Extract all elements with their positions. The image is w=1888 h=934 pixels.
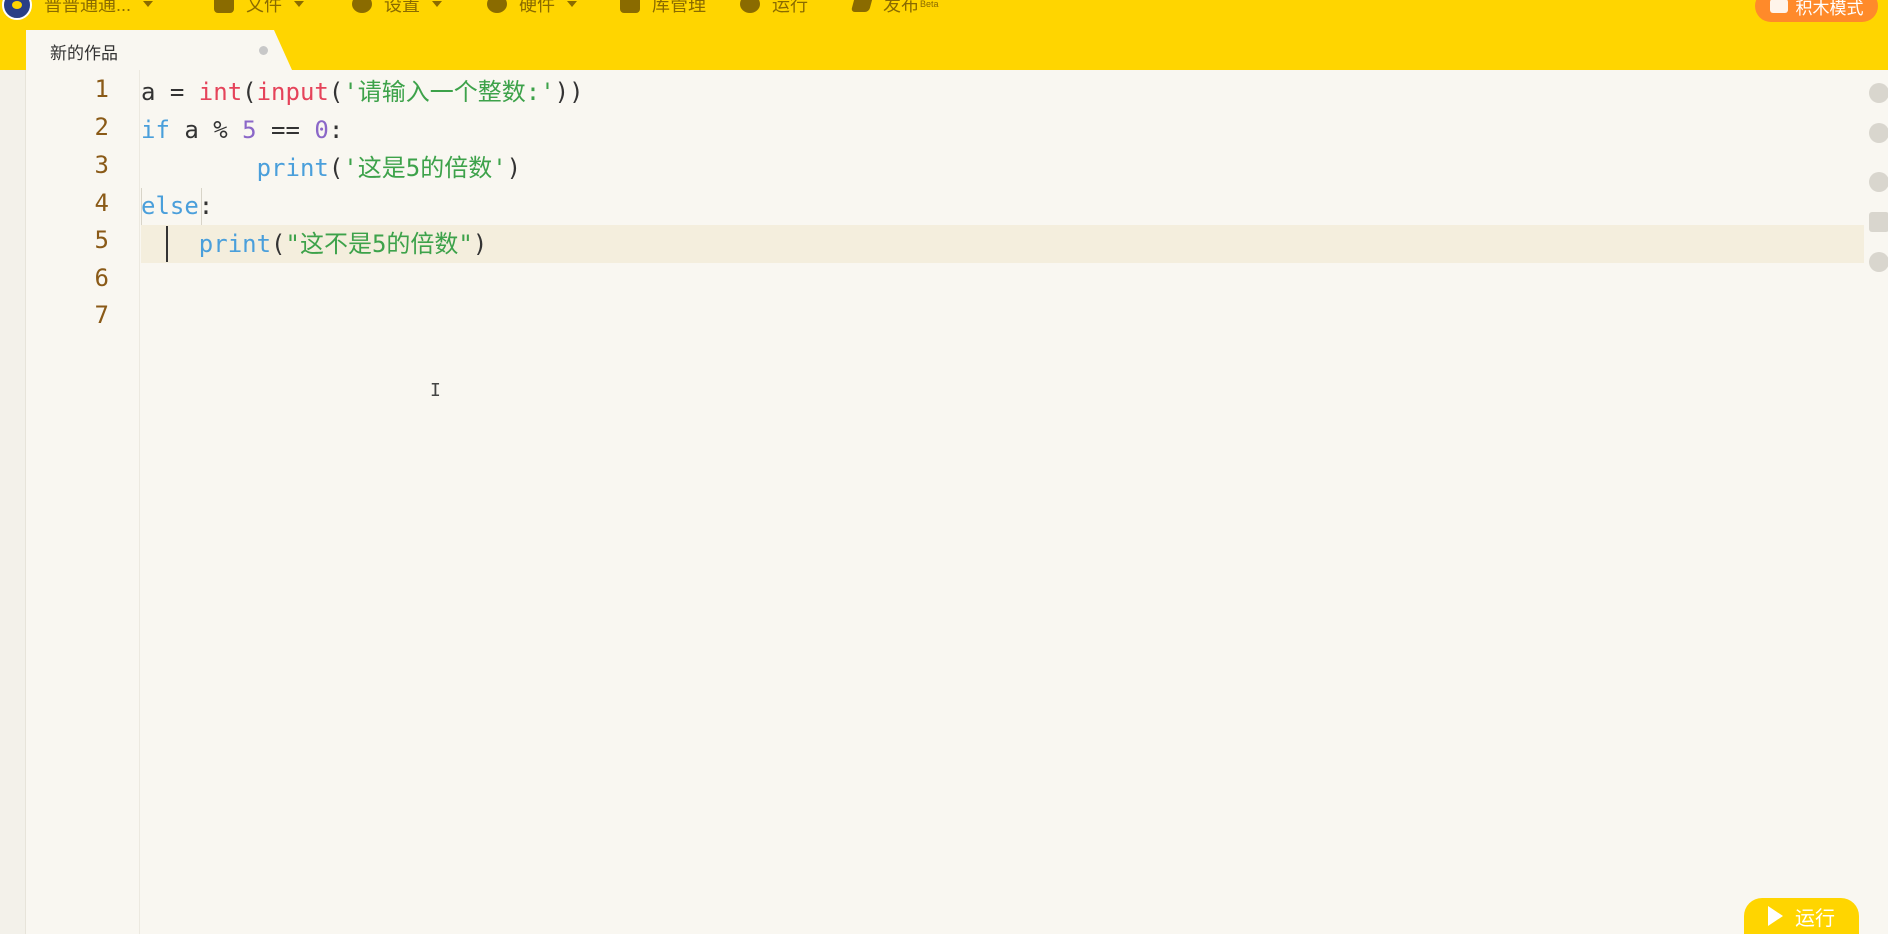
line-number: 2 [94, 113, 109, 141]
editor-window: 普普通通... 文件 设置 硬件 库管理 运行 发布 Beta 积木模式 新的作… [0, 0, 1888, 934]
run-menu-label: 运行 [772, 0, 808, 15]
file-menu[interactable]: 文件 [214, 0, 304, 15]
undo-icon[interactable] [1869, 83, 1888, 103]
code-token: "这不是5的倍数" [285, 230, 473, 258]
line-number: 7 [94, 301, 109, 329]
block-mode-label: 积木模式 [1795, 0, 1864, 18]
file-menu-label: 文件 [246, 0, 282, 15]
top-toolbar: 普普通通... 文件 设置 硬件 库管理 运行 发布 Beta 积木模式 新的作… [0, 0, 1888, 84]
folder-icon [214, 0, 234, 13]
send-icon [850, 0, 874, 12]
code-line[interactable]: if a % 5 == 0: [141, 112, 343, 149]
library-manager-label: 库管理 [652, 0, 706, 15]
zoom-in-icon[interactable] [1869, 172, 1888, 192]
code-line[interactable]: a = int(input('请输入一个整数:')) [141, 74, 584, 111]
run-button[interactable]: 运行 [1744, 898, 1859, 934]
tab-title: 新的作品 [50, 44, 118, 63]
project-name: 普普通通... [44, 0, 132, 15]
line-number-gutter: 1 2 3 4 5 6 7 [26, 70, 140, 934]
run-button-label: 运行 [1795, 907, 1835, 930]
code-token: )) [554, 78, 584, 106]
zoom-out-icon[interactable] [1869, 252, 1888, 272]
project-menu[interactable]: 普普通通... [44, 0, 154, 15]
code-line[interactable]: print('这是5的倍数') [141, 150, 522, 187]
play-icon [1768, 906, 1783, 926]
beta-badge: Beta [920, 0, 939, 9]
code-token: if [141, 116, 170, 144]
format-icon[interactable] [1869, 212, 1888, 232]
hardware-menu-label: 硬件 [519, 0, 555, 15]
code-token: ( [328, 78, 344, 106]
code-token: 0 [314, 116, 329, 144]
code-token: int [198, 78, 243, 106]
tab-new-work[interactable]: 新的作品 [26, 30, 292, 70]
code-token: else [141, 192, 199, 220]
code-token: ( [242, 78, 257, 106]
blocks-icon [1769, 0, 1788, 13]
code-token: '请输入一个整数:' [343, 78, 555, 106]
code-token: == [256, 116, 315, 144]
publish-button[interactable]: 发布 Beta [850, 0, 939, 15]
line-number: 6 [94, 264, 109, 292]
code-token: a = [141, 78, 199, 106]
chevron-down-icon [143, 1, 154, 7]
hardware-menu[interactable]: 硬件 [487, 0, 577, 15]
code-token: ( [328, 154, 344, 182]
settings-menu-label: 设置 [384, 0, 420, 15]
settings-menu[interactable]: 设置 [352, 0, 442, 15]
chevron-down-icon [567, 1, 577, 7]
run-menu-button[interactable]: 运行 [740, 0, 808, 15]
code-token: '这是5的倍数' [343, 154, 507, 182]
code-token: : [198, 192, 214, 220]
gear-icon [352, 0, 372, 13]
code-token: print [256, 154, 329, 182]
line-number: 4 [94, 189, 109, 217]
chevron-down-icon [294, 1, 304, 7]
mouse-ibeam-icon: I [430, 380, 441, 401]
code-line[interactable]: else: [141, 188, 213, 225]
code-token: a % [169, 116, 243, 144]
text-cursor [166, 226, 168, 262]
left-edge-strip [0, 70, 26, 934]
code-token: 5 [242, 116, 257, 144]
robot-icon [487, 0, 507, 13]
unsaved-dot-icon[interactable] [259, 46, 268, 55]
code-token: ( [271, 230, 286, 258]
line-number: 5 [94, 226, 109, 254]
library-manager-button[interactable]: 库管理 [620, 0, 706, 15]
block-mode-button[interactable]: 积木模式 [1755, 0, 1878, 22]
code-token: print [198, 230, 272, 258]
line-number: 3 [94, 151, 109, 179]
code-token: ) [472, 230, 488, 258]
code-token: ) [506, 154, 522, 182]
code-line[interactable]: print("这不是5的倍数") [141, 226, 488, 263]
tab-strip: 新的作品 [0, 30, 1888, 84]
publish-label: 发布 [883, 0, 919, 15]
code-token: : [328, 116, 344, 144]
redo-icon[interactable] [1869, 123, 1888, 143]
app-logo[interactable] [2, 0, 32, 20]
chevron-down-icon [432, 1, 442, 7]
package-icon [620, 0, 640, 13]
play-circle-icon [740, 0, 760, 13]
code-token: input [256, 78, 329, 106]
code-editor[interactable]: 1 2 3 4 5 6 7 a = int(input('请输入一个整数:'))… [26, 70, 1864, 934]
line-number: 1 [94, 75, 109, 103]
